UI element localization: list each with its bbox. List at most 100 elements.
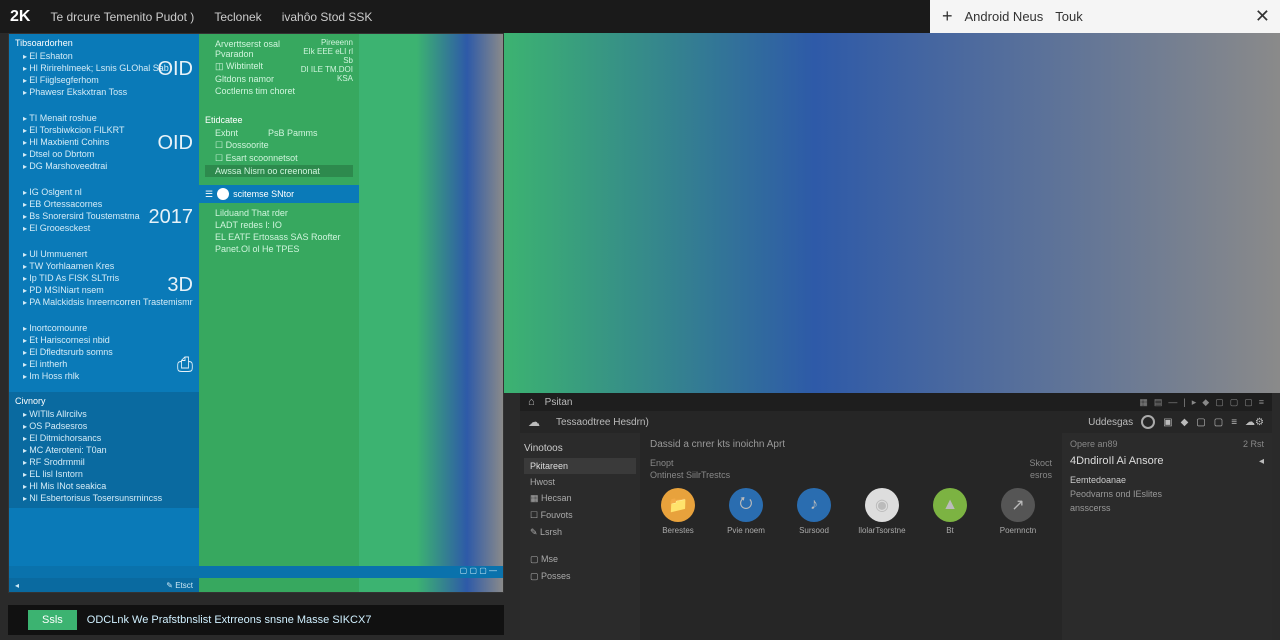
- menu-item[interactable]: Teclonek: [214, 10, 261, 24]
- side-item[interactable]: ansscerss: [1070, 501, 1264, 515]
- toolbar-icon[interactable]: ▤: [1154, 397, 1163, 408]
- tree-item[interactable]: OS Padsesros: [15, 420, 193, 432]
- toolbar-icon[interactable]: —: [1168, 397, 1177, 408]
- tree-item[interactable]: IG Oslgent nl: [15, 186, 193, 198]
- tree-item[interactable]: Hl Mis INot seakica: [15, 480, 193, 492]
- tree-item[interactable]: El Dfledtsrurb somns: [15, 346, 193, 358]
- mini-icon[interactable]: ▣: [1163, 417, 1172, 428]
- toolbar-icon[interactable]: ▢: [1244, 397, 1253, 408]
- app-tile[interactable]: ↗Poernnctn: [990, 488, 1046, 535]
- tree-item[interactable]: Panet.Ol ol He TPES: [205, 243, 353, 255]
- tree-item[interactable]: ◫ Wibtintelt: [205, 60, 297, 73]
- tree-item[interactable]: EL lisl Isntorn: [15, 468, 193, 480]
- tree-item[interactable]: RF Srodrmmil: [15, 456, 193, 468]
- tab-sub[interactable]: Touk: [1055, 9, 1082, 24]
- tree-item[interactable]: EL EATF Ertosass SAS Roofter: [205, 231, 353, 243]
- cloud-icon[interactable]: [528, 415, 546, 429]
- mini-icon[interactable]: ▢: [1196, 417, 1205, 428]
- tree-header: Tibsoardorhen: [15, 38, 193, 48]
- tree-item-selected[interactable]: Awssa Nisrn oo creenonat: [205, 165, 353, 177]
- tree-meta: Pireeenn: [297, 38, 353, 47]
- tree-item[interactable]: PsB Pamms: [258, 127, 318, 139]
- tree-item[interactable]: El intherh: [15, 358, 193, 370]
- menu-item[interactable]: ivahôo Stod SSK: [282, 10, 373, 24]
- footer-right[interactable]: ✎ Etsct: [166, 581, 193, 590]
- collapse-icon[interactable]: ◂: [1259, 456, 1264, 467]
- tree-item[interactable]: PA Malckidsis Inreerncorren Trastemismra: [15, 296, 193, 308]
- menu-item[interactable]: Te drcure Temenito Pudot ): [50, 10, 194, 24]
- nav-item[interactable]: ✎ Lsrsh: [524, 524, 636, 541]
- app-tile[interactable]: ▲Bt: [922, 488, 978, 535]
- nav-item[interactable]: ▢ Mse: [524, 551, 636, 568]
- app-tile[interactable]: ◉llolarTsorstne: [854, 488, 910, 535]
- toolbar-icon[interactable]: ▢: [1230, 397, 1239, 408]
- studio-nav: Vinotoos Pkitareen Hwost ▦ Hecsan ☐ Fouv…: [520, 433, 640, 640]
- home-icon[interactable]: ⌂: [528, 396, 535, 408]
- app-tile[interactable]: ♪Sursood: [786, 488, 842, 535]
- nav-item[interactable]: ▢ Posses: [524, 568, 636, 585]
- tree-item[interactable]: Nl Esbertorisus Tosersunsrnincss: [15, 492, 193, 504]
- tree-item[interactable]: El Ditmichorsancs: [15, 432, 193, 444]
- tree-item[interactable]: Lilduand That rder: [205, 207, 353, 219]
- tree-item[interactable]: LADT redes l: IO: [205, 219, 353, 231]
- tree-item[interactable]: PD MSINiart nsem: [15, 284, 193, 296]
- tree-item[interactable]: Inortcomounre: [15, 322, 193, 334]
- side-item[interactable]: Peodvarns ond IEslites: [1070, 487, 1264, 501]
- search-icon[interactable]: [1141, 415, 1155, 429]
- status-icons[interactable]: ▢ ▢ ▢ —: [460, 566, 497, 578]
- section-header: ☰ scitemse SNtor: [199, 185, 359, 203]
- toolbar-icon[interactable]: ▢: [1215, 397, 1224, 408]
- new-tab-icon[interactable]: +: [942, 6, 953, 27]
- studio-main: Dassid a cnrer kts inoichn Aprt Enopt Sk…: [640, 433, 1062, 640]
- toolbar-icon[interactable]: |: [1183, 397, 1185, 408]
- tree-item[interactable]: Gltdons namor: [205, 73, 297, 85]
- tree-item[interactable]: DG Marshoveedtrai: [15, 160, 193, 172]
- app-icon: 📁: [661, 488, 695, 522]
- toolbar-icon[interactable]: ◆: [1202, 397, 1209, 408]
- tab-title[interactable]: Android Neus: [965, 9, 1044, 24]
- terminal-button[interactable]: Ssls: [28, 610, 77, 630]
- app-icon: ♪: [797, 488, 831, 522]
- nav-item[interactable]: ▦ Hecsan: [524, 490, 636, 507]
- tree-item[interactable]: Ul Ummuenert: [15, 248, 193, 260]
- tree-item[interactable]: TW Yorhlaamen Kres: [15, 260, 193, 272]
- tree-meta: DI ILE TM.DOI KSA: [297, 65, 353, 83]
- nav-item[interactable]: ☐ Fouvots: [524, 507, 636, 524]
- mini-icon[interactable]: ≡: [1231, 417, 1237, 428]
- secondary-tree: Arverttserst osal Pvaradon ◫ Wibtintelt …: [199, 34, 359, 592]
- tree-item[interactable]: Ip TID As FISK SLTrris: [15, 272, 193, 284]
- terminal-bar: Ssls ODCLnk We Prafstbnslist Extrreons s…: [8, 605, 504, 635]
- tree-item[interactable]: ☐ Esart scoonnetsot: [205, 152, 353, 165]
- close-icon[interactable]: ✕: [1255, 6, 1270, 27]
- tree-item[interactable]: Et Hariscornesi nbid: [15, 334, 193, 346]
- nav-item[interactable]: Pkitareen: [524, 458, 636, 474]
- project-tree: Tibsoardorhen OID El Eshaton Hl Ririrehl…: [9, 34, 199, 592]
- tree-item[interactable]: WITlls Allrcilvs: [15, 408, 193, 420]
- tree-item[interactable]: ☐ Dossoorite: [205, 139, 353, 152]
- toolbar-icon[interactable]: ▸: [1192, 397, 1197, 408]
- footer-left[interactable]: ◂: [15, 581, 19, 590]
- mini-icon[interactable]: ◆: [1181, 417, 1189, 428]
- tree-item[interactable]: Arverttserst osal Pvaradon: [205, 38, 297, 60]
- app-tile[interactable]: 📁Berestes: [650, 488, 706, 535]
- store-sub-right: esros: [1030, 470, 1052, 480]
- mini-icon[interactable]: ☁⚙: [1245, 417, 1264, 428]
- group-badge: 3D: [167, 274, 193, 297]
- tree-item[interactable]: Exbnt: [205, 127, 238, 139]
- store-head-right[interactable]: Skoct: [1029, 458, 1052, 468]
- tree-item[interactable]: TI Menait roshue: [15, 112, 193, 124]
- studio-toolbar: Tessaodtree Hesdrn) Uddesgas ▣ ◆ ▢ ▢ ≡ ☁…: [520, 411, 1272, 433]
- toolbar-icon[interactable]: ▦: [1139, 397, 1148, 408]
- titlebar-icons: ▦ ▤ — | ▸ ◆ ▢ ▢ ▢ ≡: [1139, 397, 1264, 408]
- mini-icon[interactable]: ▢: [1214, 417, 1223, 428]
- app-icon: ↗: [1001, 488, 1035, 522]
- app-label: llolarTsorstne: [858, 526, 905, 535]
- tree-item[interactable]: Phawesr Ekskxtran Toss: [15, 86, 193, 98]
- editor-canvas[interactable]: [359, 34, 503, 592]
- tree-item[interactable]: MC Ateroteni: T0an: [15, 444, 193, 456]
- tree-item[interactable]: Coctlerns tim choret: [205, 85, 297, 97]
- tree-item[interactable]: Im Hoss rhlk: [15, 370, 193, 382]
- app-tile[interactable]: ⭮Pvie noem: [718, 488, 774, 535]
- toolbar-icon[interactable]: ≡: [1259, 397, 1264, 408]
- nav-item[interactable]: Hwost: [524, 474, 636, 490]
